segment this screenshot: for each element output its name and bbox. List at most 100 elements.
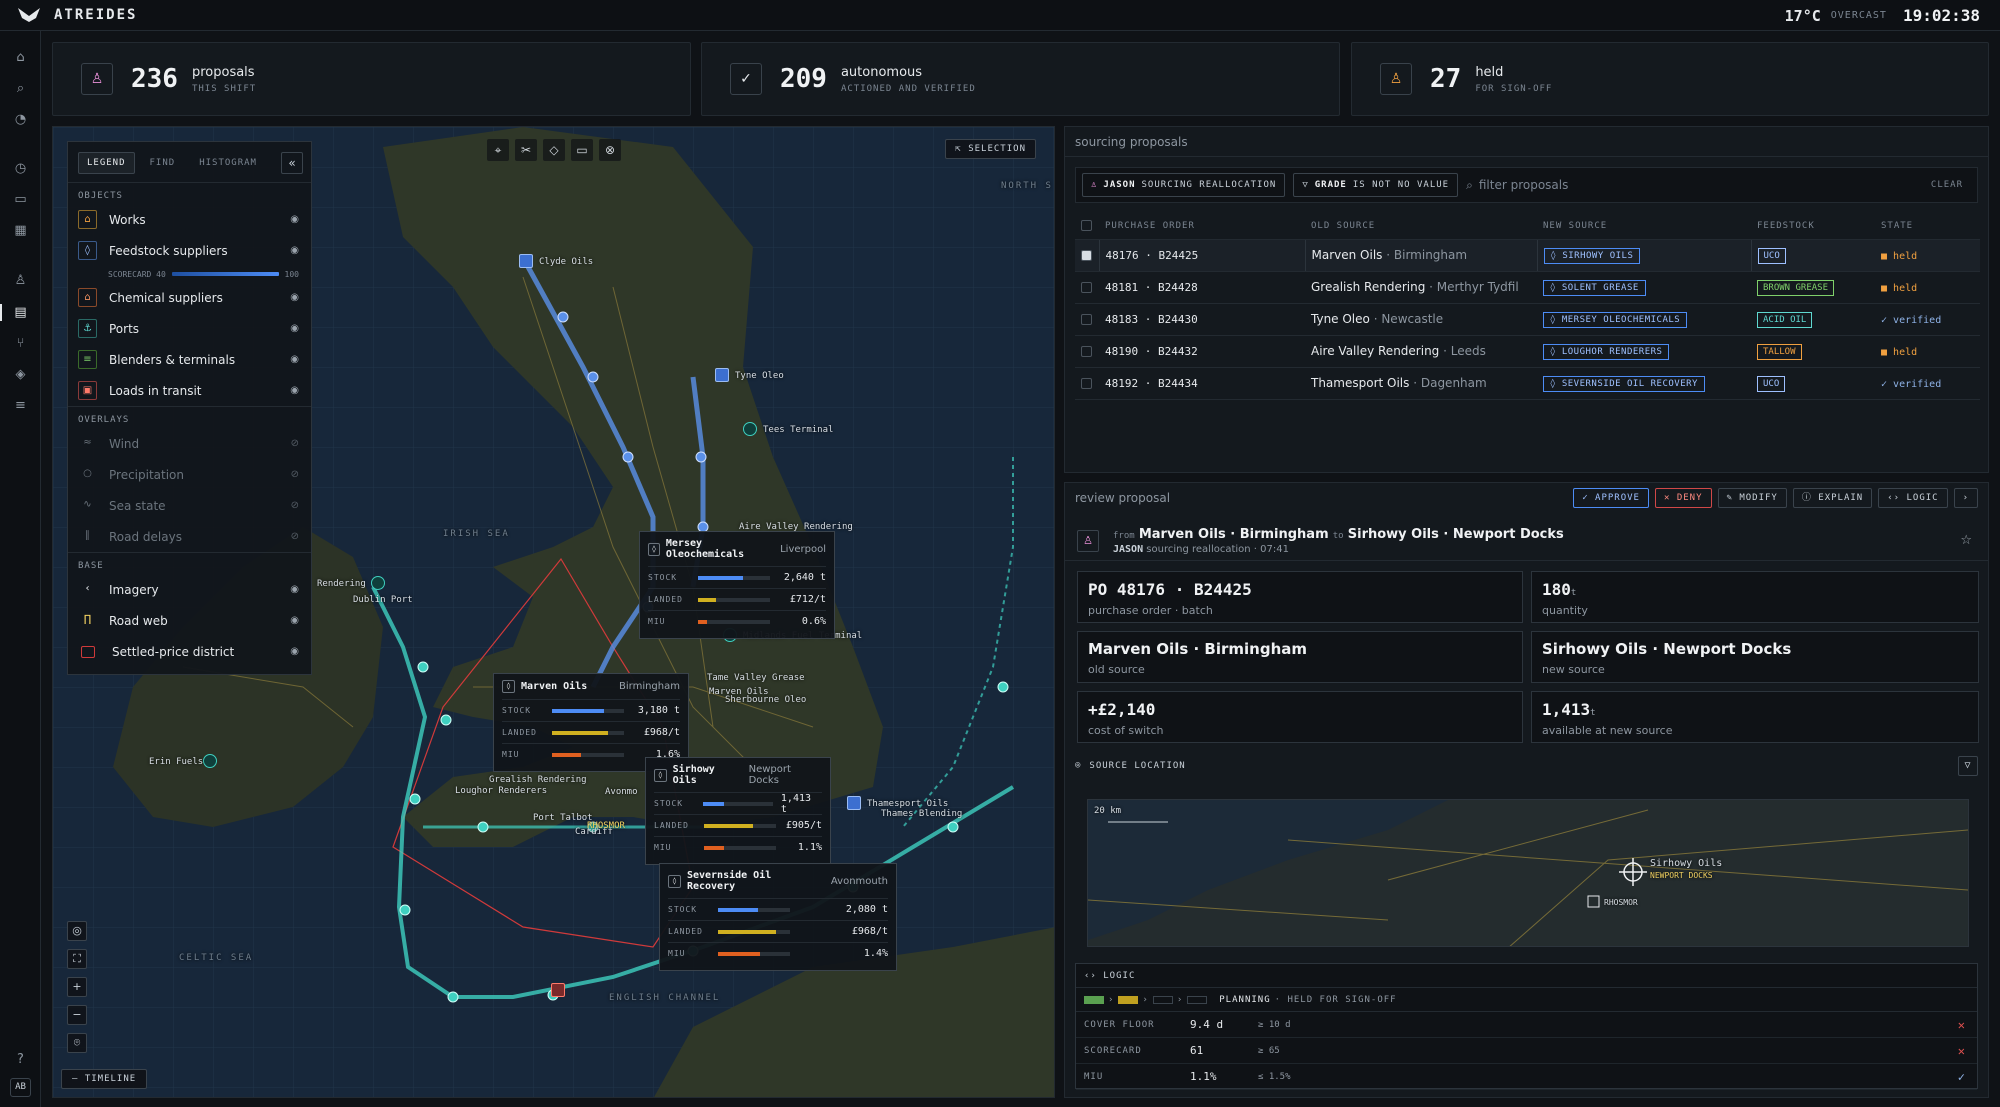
location-pin-icon[interactable]: ⌾ [67, 1033, 87, 1053]
map-pin[interactable] [203, 754, 217, 768]
row-checkbox[interactable] [1081, 282, 1092, 293]
map-pin[interactable] [743, 422, 757, 436]
legend-item-sea-state[interactable]: ∿ Sea state ⊘ [68, 490, 311, 521]
legend-item-chemical[interactable]: ⌂ Chemical suppliers ◉ [68, 282, 311, 313]
map-pin[interactable] [519, 254, 533, 268]
table-row[interactable]: 48181 · B24428 Grealish Rendering · Mert… [1075, 271, 1980, 304]
legend-item-precip[interactable]: ○ Precipitation ⊘ [68, 459, 311, 490]
load-in-transit-pin[interactable] [551, 983, 565, 997]
legend-item-loads[interactable]: ▣ Loads in transit ◉ [68, 375, 311, 406]
filter-chip-grade[interactable]: ▽ GRADE IS NOT NO VALUE [1293, 173, 1459, 197]
eye-icon[interactable]: ◉ [290, 615, 299, 626]
eye-icon[interactable]: ◉ [290, 323, 299, 334]
folder-icon[interactable]: ▭ [12, 191, 29, 208]
legend-item-ports[interactable]: ⚓ Ports ◉ [68, 313, 311, 344]
cube-icon[interactable]: ◈ [12, 366, 29, 383]
scorecard-slider[interactable]: SCORECARD 40 100 [68, 266, 311, 282]
filter-chip-owner[interactable]: ♙ JASON SOURCING REALLOCATION [1082, 173, 1286, 197]
row-checkbox[interactable] [1081, 314, 1092, 325]
new-source-tag[interactable]: ◊ LOUGHOR RENDERERS [1543, 343, 1670, 360]
brand[interactable]: ATREIDES [18, 7, 137, 23]
home-icon[interactable]: ⌂ [12, 49, 29, 66]
filter-placeholder[interactable]: filter proposals [1479, 178, 1569, 192]
map-pin[interactable] [715, 368, 729, 382]
rectangle-icon[interactable]: ▭ [571, 139, 593, 161]
table-row[interactable]: 48176 · B24425 Marven Oils · Birmingham … [1075, 239, 1980, 272]
new-source-tag[interactable]: ◊ MERSEY OLEOCHEMICALS [1543, 311, 1688, 328]
select-all-checkbox[interactable] [1081, 220, 1092, 232]
network-icon[interactable]: ⑂ [12, 335, 29, 352]
legend-item-road-web[interactable]: ∏ Road web ◉ [68, 605, 311, 636]
row-checkbox[interactable] [1081, 250, 1092, 261]
eye-icon[interactable]: ◉ [290, 385, 299, 396]
sliders-icon[interactable]: ≡ [12, 397, 29, 414]
new-source-tag[interactable]: ◊ SEVERNSIDE OIL RECOVERY [1543, 375, 1705, 392]
tag-icon[interactable]: ◇ [543, 139, 565, 161]
new-source-tag[interactable]: ◊ SOLENT GREASE [1543, 279, 1646, 296]
col-header[interactable]: FEEDSTOCK [1751, 213, 1875, 240]
tab-histogram[interactable]: HISTOGRAM [190, 152, 266, 174]
close-circle-icon[interactable]: ⊗ [599, 139, 621, 161]
help-icon[interactable]: ? [12, 1051, 29, 1068]
map-view[interactable]: IRISH SEA CELTIC SEA ENGLISH CHANNEL NOR… [52, 126, 1055, 1098]
row-checkbox[interactable] [1081, 378, 1092, 389]
chevron-right-icon[interactable]: › [1953, 488, 1978, 508]
col-header[interactable]: NEW SOURCE [1537, 213, 1751, 240]
legend-item-settled-price[interactable]: Settled-price district ◉ [68, 636, 311, 667]
site-card-severnside[interactable]: ◊ Severnside Oil Recovery Avonmouth STOCK 2… [659, 863, 897, 971]
map-pin[interactable] [371, 576, 385, 590]
eye-icon[interactable]: ◉ [290, 214, 299, 225]
scissors-icon[interactable]: ✂ [515, 139, 537, 161]
clear-button[interactable]: CLEAR [1931, 180, 1963, 190]
selection-button[interactable]: ⇱ SELECTION [945, 139, 1036, 159]
site-card-mersey[interactable]: ◊ Mersey Oleochemicals Liverpool STOCK 2,64… [639, 531, 835, 639]
collapse-legend-button[interactable]: « [281, 152, 303, 174]
eye-off-icon[interactable]: ⊘ [291, 438, 299, 449]
new-source-tag[interactable]: ◊ SIRHOWY OILS [1543, 247, 1641, 264]
grid-icon[interactable]: ▦ [12, 222, 29, 239]
site-card-sirhowy[interactable]: ◊ Sirhowy Oils Newport Docks STOCK 1,413 t … [645, 757, 831, 865]
crosshair-icon[interactable]: ⌖ [487, 139, 509, 161]
fit-icon[interactable]: ⛶ [67, 949, 87, 969]
filter-search[interactable]: ⌕ filter proposals [1466, 178, 1923, 193]
deny-button[interactable]: ✕ DENY [1654, 488, 1712, 508]
source-minimap[interactable]: 20 km Sirhowy Oils NEWPORT DOCKS RHOSMOR [1087, 799, 1969, 947]
tab-find[interactable]: FIND [141, 152, 185, 174]
timeline-button[interactable]: — TIMELINE [61, 1069, 148, 1089]
table-row[interactable]: 48190 · B24432 Aire Valley Rendering · L… [1075, 335, 1980, 368]
clock-icon[interactable]: ◷ [12, 160, 29, 177]
legend-item-works[interactable]: ⌂ Works ◉ [68, 204, 311, 235]
legend-item-blenders[interactable]: ≡ Blenders & terminals ◉ [68, 344, 311, 375]
eye-icon[interactable]: ◉ [290, 292, 299, 303]
search-icon[interactable]: ⌕ [12, 80, 29, 97]
avatar[interactable]: AB [10, 1078, 31, 1097]
col-header[interactable]: PURCHASE ORDER [1099, 213, 1305, 240]
star-icon[interactable]: ☆ [1960, 533, 1972, 548]
zoom-out-button[interactable]: − [67, 1005, 87, 1025]
col-header[interactable]: STATE [1875, 213, 1980, 240]
eye-off-icon[interactable]: ⊘ [291, 531, 299, 542]
table-row[interactable]: 48192 · B24434 Thamesport Oils · Dagenha… [1075, 367, 1980, 400]
person-icon[interactable]: ♙ [12, 272, 29, 289]
compass-icon[interactable]: ◎ [67, 921, 87, 941]
approve-button[interactable]: ✓ APPROVE [1573, 488, 1649, 508]
logic-button[interactable]: ‹› LOGIC [1878, 488, 1948, 508]
filter-icon[interactable]: ▽ [1958, 756, 1978, 776]
eye-icon[interactable]: ◉ [290, 354, 299, 365]
col-header[interactable]: OLD SOURCE [1305, 213, 1537, 240]
tab-legend[interactable]: LEGEND [78, 152, 135, 174]
legend-item-imagery[interactable]: ‹ Imagery ◉ [68, 574, 311, 605]
legend-item-wind[interactable]: ≈ Wind ⊘ [68, 428, 311, 459]
bell-icon[interactable]: ◔ [12, 111, 29, 128]
eye-icon[interactable]: ◉ [290, 245, 299, 256]
eye-icon[interactable]: ◉ [290, 584, 299, 595]
legend-item-road-delays[interactable]: ∥ Road delays ⊘ [68, 521, 311, 552]
eye-icon[interactable]: ◉ [290, 646, 299, 657]
eye-off-icon[interactable]: ⊘ [291, 469, 299, 480]
zoom-in-button[interactable]: + [67, 977, 87, 997]
table-row[interactable]: 48183 · B24430 Tyne Oleo · Newcastle ◊ M… [1075, 303, 1980, 336]
modify-button[interactable]: ✎ MODIFY [1717, 488, 1787, 508]
map-pin[interactable] [847, 796, 861, 810]
explain-button[interactable]: ⓘ EXPLAIN [1792, 488, 1873, 508]
legend-item-feedstock[interactable]: ◊ Feedstock suppliers ◉ [68, 235, 311, 266]
